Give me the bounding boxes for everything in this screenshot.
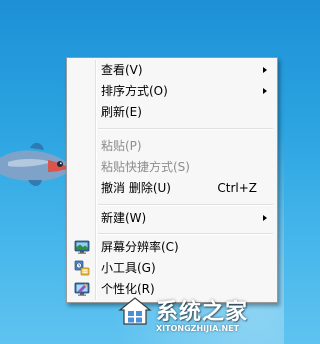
menu-item-refresh[interactable]: 刷新(E) — [69, 102, 275, 122]
submenu-arrow-icon — [263, 88, 267, 94]
personalize-icon — [74, 282, 90, 296]
menu-item-label: 查看(V) — [101, 63, 143, 77]
submenu-arrow-icon — [263, 67, 267, 73]
menu-item-label: 撤消 删除(U) — [101, 181, 171, 195]
menu-item-undo-delete[interactable]: 撤消 删除(U) Ctrl+Z — [69, 178, 275, 198]
menu-item-paste[interactable]: 粘贴(P) — [69, 136, 275, 156]
menu-item-label: 小工具(G) — [101, 261, 156, 275]
menu-item-label: 粘贴快捷方式(S) — [101, 160, 190, 174]
menu-item-label: 粘贴(P) — [101, 139, 142, 153]
submenu-arrow-icon — [263, 215, 267, 221]
menu-item-paste-shortcut[interactable]: 粘贴快捷方式(S) — [69, 157, 275, 177]
menu-item-label: 新建(W) — [101, 211, 147, 225]
watermark-brand-text: 系统之家 — [156, 300, 249, 325]
fish-wallpaper-image — [0, 142, 72, 186]
menu-separator — [98, 204, 273, 206]
menu-item-gadgets[interactable]: 小工具(G) — [69, 258, 275, 278]
desktop-context-menu: 查看(V) 排序方式(O) 刷新(E) 粘贴(P) 粘贴快捷方式(S) 撤消 删… — [66, 57, 278, 303]
menu-item-view[interactable]: 查看(V) — [69, 60, 275, 80]
menu-separator — [98, 128, 273, 130]
menu-item-new[interactable]: 新建(W) — [69, 208, 275, 228]
menu-item-screen-resolution[interactable]: 屏幕分辨率(C) — [69, 237, 275, 257]
house-logo-icon — [118, 297, 152, 325]
menu-item-shortcut: Ctrl+Z — [217, 181, 257, 195]
site-watermark: 系统之家 XITONGZHIJIA.NET — [118, 294, 278, 338]
menu-item-label: 屏幕分辨率(C) — [101, 240, 179, 254]
menu-item-label: 刷新(E) — [101, 105, 142, 119]
screen-resolution-icon — [74, 240, 90, 254]
watermark-url-text: XITONGZHIJIA.NET — [156, 324, 240, 333]
menu-item-sort-by[interactable]: 排序方式(O) — [69, 81, 275, 101]
gadgets-icon — [74, 260, 90, 276]
menu-separator — [98, 233, 273, 235]
menu-item-label: 排序方式(O) — [101, 84, 168, 98]
